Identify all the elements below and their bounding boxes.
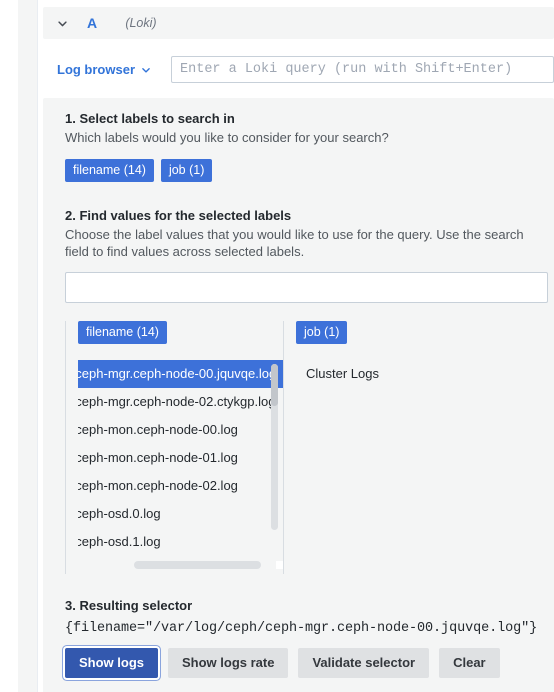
horizontal-scrollbar-thumb[interactable]: [134, 561, 261, 569]
label-column-filename: filename (14) eph/ceph-mgr.ceph-node-00.…: [65, 321, 283, 574]
show-logs-rate-button[interactable]: Show logs rate: [168, 648, 289, 678]
log-browser-panel: 1. Select labels to search in Which labe…: [43, 98, 554, 692]
step-1-title: 1. Select labels to search in: [65, 111, 235, 126]
show-logs-button[interactable]: Show logs: [65, 648, 158, 678]
step-2-find-values: 2. Find values for the selected labels C…: [65, 208, 554, 574]
step-2-description: Choose the label values that you would l…: [65, 227, 524, 259]
log-browser-action-buttons: Show logs Show logs rate Validate select…: [65, 648, 554, 678]
query-row-header[interactable]: A (Loki): [43, 7, 554, 39]
list-item[interactable]: eph/ceph-mon.ceph-node-00.log: [78, 416, 283, 444]
datasource-name: (Loki): [125, 16, 157, 30]
loki-query-input[interactable]: [171, 56, 554, 83]
chevron-down-icon[interactable]: [55, 16, 69, 30]
left-gutter: [18, 0, 37, 692]
explore-query-pane: A (Loki) Log browser 1. Select labels to…: [0, 0, 554, 692]
step-3-title: 3. Resulting selector: [65, 598, 193, 613]
label-chip-filename[interactable]: filename (14): [65, 159, 154, 182]
label-column-chip-filename[interactable]: filename (14): [78, 321, 167, 344]
value-list-job[interactable]: Cluster Logs: [296, 360, 513, 574]
scrollbar-corner: [276, 561, 283, 569]
label-value-search-input[interactable]: [65, 272, 548, 303]
list-item[interactable]: eph/ceph-osd.0.log: [78, 500, 283, 528]
log-browser-toggle-button[interactable]: Log browser: [55, 58, 159, 81]
vertical-scrollbar-thumb[interactable]: [271, 364, 278, 406]
label-column-header-job: job (1): [296, 321, 513, 344]
clear-button[interactable]: Clear: [439, 648, 500, 678]
query-ref-id[interactable]: A: [87, 15, 97, 31]
query-editor-row: Log browser: [43, 49, 554, 90]
step-2-title: 2. Find values for the selected labels: [65, 208, 292, 223]
query-editor-column: A (Loki) Log browser 1. Select labels to…: [37, 0, 554, 692]
step-3-resulting-selector: 3. Resulting selector {filename="/var/lo…: [65, 598, 554, 678]
list-item[interactable]: eph/ceph-mgr.ceph-node-02.ctykgp.log: [78, 388, 283, 416]
label-chip-row: filename (14) job (1): [65, 159, 554, 182]
chevron-down-icon: [141, 65, 151, 75]
label-column-header-filename: filename (14): [78, 321, 283, 344]
horizontal-scrollbar[interactable]: [78, 561, 283, 569]
validate-selector-button[interactable]: Validate selector: [298, 648, 430, 678]
label-column-job: job (1) Cluster Logs: [283, 321, 513, 574]
step-1-description: Which labels would you like to consider …: [65, 130, 389, 145]
vertical-scrollbar[interactable]: [271, 364, 278, 530]
page-left-margin: [0, 0, 18, 692]
value-list-filename[interactable]: eph/ceph-mgr.ceph-node-00.jquvqe.log eph…: [78, 360, 283, 574]
list-item[interactable]: eph/ceph-mgr.ceph-node-00.jquvqe.log: [78, 360, 283, 388]
list-item[interactable]: Cluster Logs: [296, 360, 513, 388]
step-1-select-labels: 1. Select labels to search in Which labe…: [65, 111, 554, 182]
list-item[interactable]: eph/ceph-osd.1.log: [78, 528, 283, 556]
log-browser-toggle-label: Log browser: [57, 62, 136, 77]
list-item[interactable]: eph/ceph-mon.ceph-node-02.log: [78, 472, 283, 500]
label-column-chip-job[interactable]: job (1): [296, 321, 348, 344]
resulting-selector-text: {filename="/var/log/ceph/ceph-mgr.ceph-n…: [65, 621, 538, 636]
list-item[interactable]: eph/ceph-mon.ceph-node-01.log: [78, 444, 283, 472]
label-chip-job[interactable]: job (1): [160, 159, 213, 182]
label-value-columns: filename (14) eph/ceph-mgr.ceph-node-00.…: [65, 321, 554, 574]
